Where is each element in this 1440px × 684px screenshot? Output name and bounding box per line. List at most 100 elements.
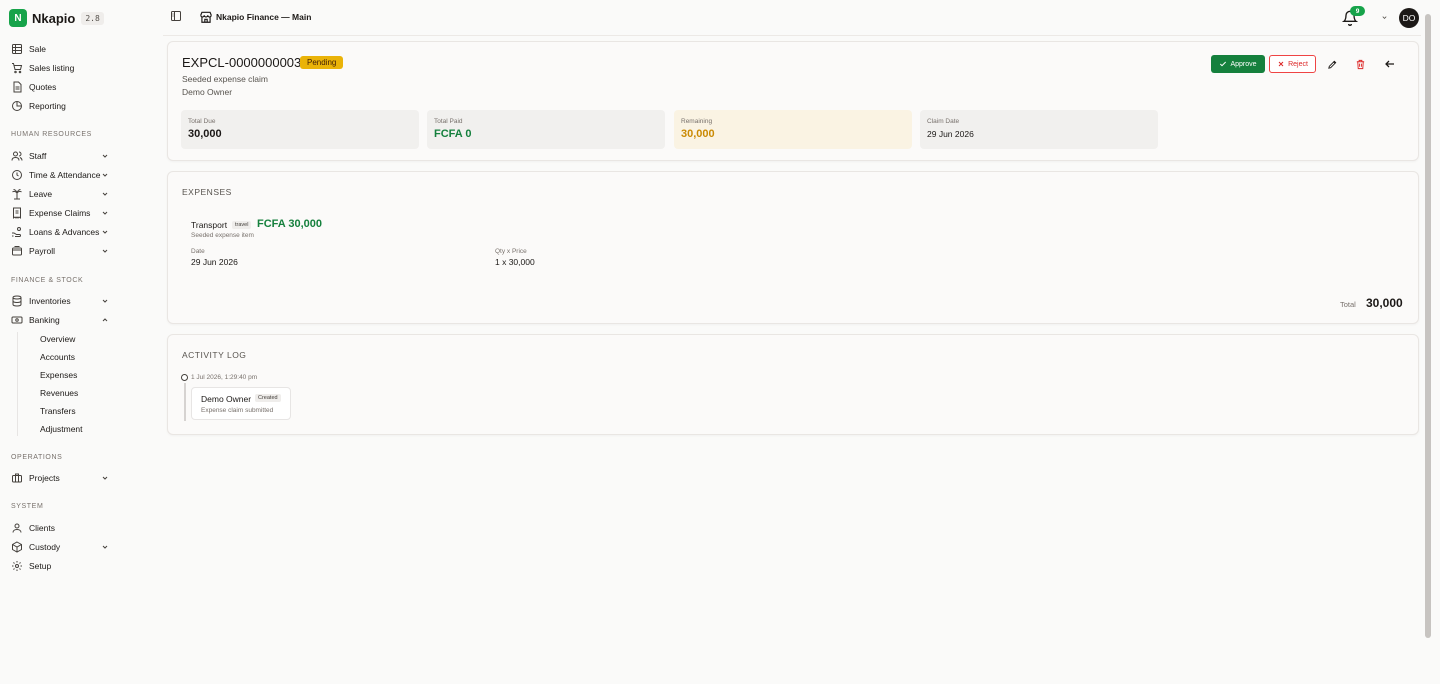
chevron-down-icon [101, 190, 109, 198]
nav-item-loans-advances[interactable]: Loans & Advances [11, 224, 113, 240]
stat-label: Total Due [188, 118, 216, 125]
banking-submenu-rail [17, 332, 18, 436]
nav-item-payroll[interactable]: Payroll [11, 243, 113, 259]
status-badge: Pending [300, 56, 344, 69]
stat-total-due: Total Due 30,000 [181, 110, 419, 149]
expense-qty: 1 x 30,000 [495, 257, 535, 267]
banking-sub-adjustment[interactable]: Adjustment [40, 423, 83, 435]
nav-section-operations: OPERATIONS [11, 454, 63, 461]
claim-summary-card: EXPCL-0000000003 Pending Seeded expense … [167, 41, 1419, 161]
version-badge: 2.8 [81, 11, 104, 25]
nav-item-setup[interactable]: Setup [11, 558, 113, 574]
nav-item-staff[interactable]: Staff [11, 148, 113, 164]
scrollbar-thumb[interactable] [1425, 14, 1431, 638]
sidebar: N Nkapio 2.8 Sale Sales listing Quotes R… [0, 0, 122, 684]
nav-item-projects[interactable]: Projects [11, 470, 113, 486]
banking-sub-accounts[interactable]: Accounts [40, 351, 75, 363]
brand[interactable]: N Nkapio 2.8 [9, 8, 104, 28]
chevron-down-icon [101, 152, 109, 160]
nav-item-label: Quotes [29, 82, 57, 92]
nav-item-label: Time & Attendance [29, 170, 101, 180]
banking-sub-revenues[interactable]: Revenues [40, 387, 78, 399]
expense-date-label: Date [191, 248, 205, 255]
chevron-down-icon[interactable] [1381, 14, 1388, 21]
chevron-down-icon [101, 209, 109, 217]
wallet-icon [11, 245, 23, 257]
section-title: EXPENSES [182, 187, 232, 197]
banking-sub-expenses[interactable]: Expenses [40, 369, 77, 381]
expense-category-tag: travel [232, 221, 252, 229]
nav-item-label: Expense Claims [29, 208, 91, 218]
nav-item-leave[interactable]: Leave [11, 186, 113, 202]
arrow-left-icon[interactable] [1383, 57, 1397, 71]
users-icon [11, 150, 23, 162]
nav-item-inventories[interactable]: Inventories [11, 293, 113, 309]
store-icon [199, 10, 213, 24]
chevron-down-icon [101, 171, 109, 179]
nav-section-system: SYSTEM [11, 503, 44, 510]
nav-item-sale[interactable]: Sale [11, 41, 113, 57]
activity-description: Expense claim submitted [201, 407, 274, 414]
activity-user: Demo Owner [201, 394, 252, 404]
top-bar: Nkapio Finance — Main 9 DO [122, 0, 1424, 35]
nav-item-label: Setup [29, 561, 52, 571]
nav-item-time-attendance[interactable]: Time & Attendance [11, 167, 113, 183]
claim-description: Seeded expense claim [182, 74, 269, 84]
chevron-down-icon [101, 474, 109, 482]
nav-item-label: Banking [29, 315, 60, 325]
nav-item-expense-claims[interactable]: Expense Claims [11, 205, 113, 221]
claim-owner: Demo Owner [182, 87, 233, 97]
brand-name: Nkapio [32, 10, 76, 26]
receipt-icon [11, 207, 23, 219]
close-icon [1277, 60, 1285, 68]
gear-icon [11, 560, 23, 572]
notification-badge: 9 [1350, 6, 1365, 16]
sidebar-toggle-icon[interactable] [170, 10, 182, 22]
nav-item-banking[interactable]: Banking [11, 312, 113, 328]
stat-label: Remaining [681, 118, 713, 125]
activity-time: 1 Jul 2026, 1:29:40 pm [191, 374, 258, 381]
brand-logo: N [9, 9, 27, 27]
chevron-down-icon [101, 228, 109, 236]
total-label: Total [1340, 300, 1356, 309]
expenses-card: EXPENSES Transport travel FCFA 30,000 Se… [167, 171, 1419, 324]
reject-button[interactable]: Reject [1269, 55, 1316, 73]
stat-label: Total Paid [434, 118, 463, 125]
nav-item-label: Sales listing [29, 63, 75, 73]
nav-item-label: Reporting [29, 101, 66, 111]
activity-log-card: ACTIVITY LOG 1 Jul 2026, 1:29:40 pm Demo… [167, 334, 1419, 435]
timeline-dot [181, 374, 188, 381]
expense-qty-label: Qty x Price [495, 248, 527, 255]
nav-item-quotes[interactable]: Quotes [11, 79, 113, 95]
nav-item-label: Staff [29, 151, 47, 161]
banking-sub-overview[interactable]: Overview [40, 333, 75, 345]
stat-remaining: Remaining 30,000 [674, 110, 912, 149]
banking-sub-transfers[interactable]: Transfers [40, 405, 76, 417]
stat-claim-date: Claim Date 29 Jun 2026 [920, 110, 1158, 149]
header-divider [163, 35, 1421, 36]
chevron-down-icon [101, 247, 109, 255]
expense-description: Seeded expense item [191, 232, 254, 239]
nav-item-label: Leave [29, 189, 53, 199]
trash-icon[interactable] [1353, 57, 1367, 71]
nav-item-label: Custody [29, 542, 61, 552]
nav-item-label: Sale [29, 44, 47, 54]
nav-section-hr: HUMAN RESOURCES [11, 131, 92, 138]
nav-item-label: Clients [29, 523, 55, 533]
nav-item-custody[interactable]: Custody [11, 539, 113, 555]
workspace-title[interactable]: Nkapio Finance — Main [216, 12, 311, 22]
approve-button[interactable]: Approve [1211, 55, 1265, 73]
briefcase-icon [11, 472, 23, 484]
nav-item-sales-listing[interactable]: Sales listing [11, 60, 113, 76]
cart-icon [11, 62, 23, 74]
nav-item-reporting[interactable]: Reporting [11, 98, 113, 114]
nav-item-clients[interactable]: Clients [11, 520, 113, 536]
expense-date: 29 Jun 2026 [191, 257, 238, 267]
stat-total-paid: Total Paid FCFA 0 [427, 110, 665, 149]
edit-icon[interactable] [1325, 57, 1339, 71]
total-value: 30,000 [1366, 296, 1403, 310]
document-icon [11, 81, 23, 93]
expense-name: Transport [191, 220, 228, 230]
avatar[interactable]: DO [1399, 8, 1419, 28]
chevron-down-icon [101, 543, 109, 551]
